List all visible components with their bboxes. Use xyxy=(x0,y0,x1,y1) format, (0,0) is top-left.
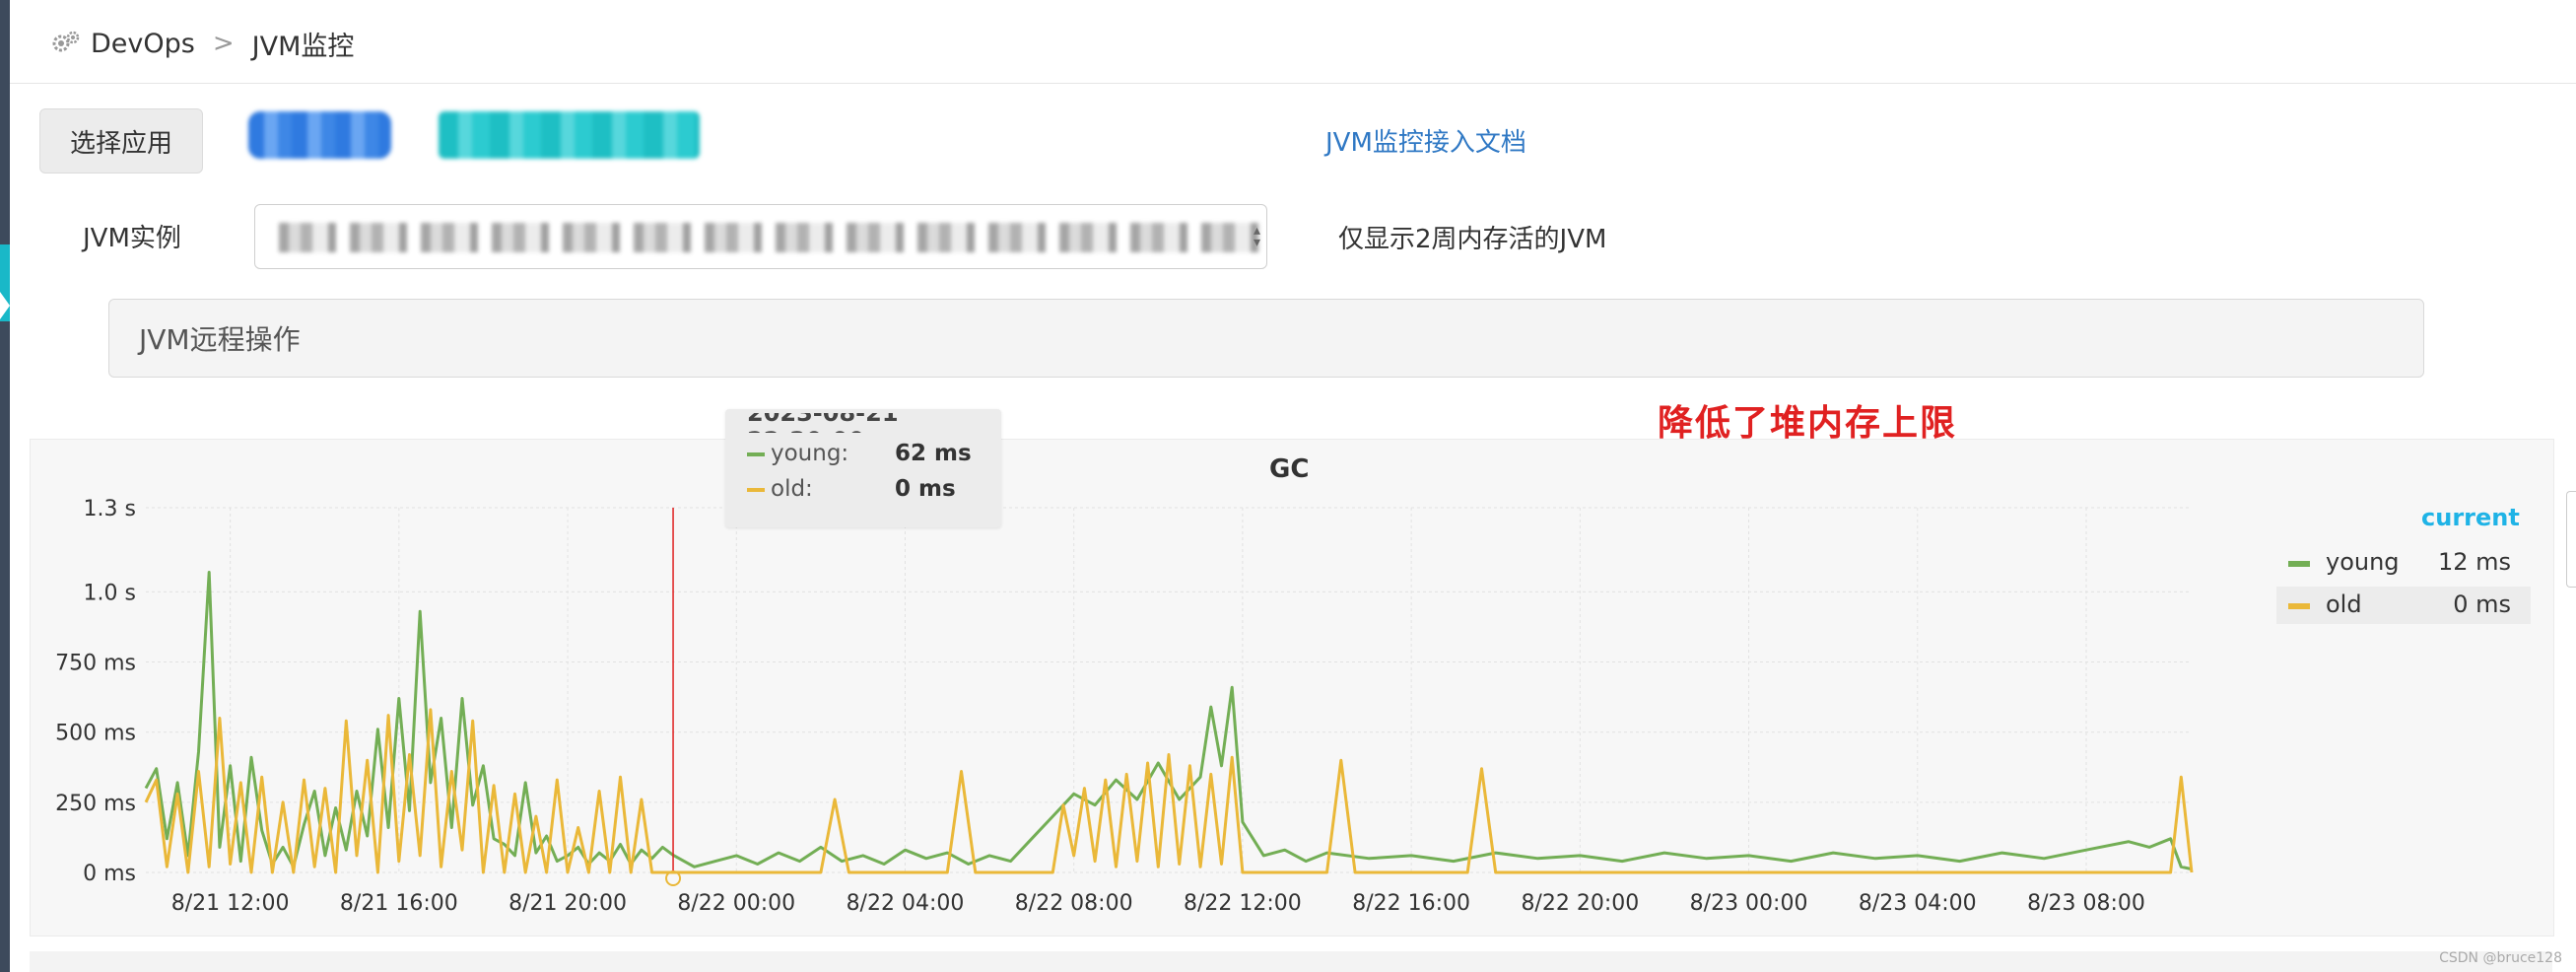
legend-item-value: 0 ms xyxy=(2453,590,2511,618)
y-tick-label: 250 ms xyxy=(55,792,136,816)
x-tick-label: 8/21 20:00 xyxy=(508,891,627,916)
x-tick-label: 8/22 04:00 xyxy=(847,891,965,916)
chart-title: GC xyxy=(1269,454,1310,484)
tooltip-row-young: young: 62 ms xyxy=(747,441,972,466)
y-tick-label: 750 ms xyxy=(55,652,136,676)
x-tick-label: 8/23 04:00 xyxy=(1859,891,1977,916)
legend-item-young[interactable]: young 12 ms xyxy=(2276,544,2531,582)
y-tick-label: 1.0 s xyxy=(84,581,136,605)
series-line-young xyxy=(144,571,2193,871)
tooltip-series-name: old: xyxy=(771,476,813,502)
young-swatch xyxy=(2288,561,2310,567)
x-tick-label: 8/23 08:00 xyxy=(2027,891,2145,916)
tooltip-series-value: 62 ms xyxy=(895,441,972,466)
y-tick-label: 1.3 s xyxy=(84,497,136,521)
x-tick-label: 8/22 16:00 xyxy=(1352,891,1470,916)
chart-tooltip: 2023-08-21 22:30:00 young: 62 ms old: 0 … xyxy=(725,409,1001,527)
old-swatch xyxy=(747,487,765,492)
x-tick-label: 8/22 12:00 xyxy=(1184,891,1302,916)
tooltip-row-old: old: 0 ms xyxy=(747,476,956,502)
series-line-old xyxy=(144,708,2194,874)
tooltip-series-name: young: xyxy=(771,441,849,466)
tooltip-timestamp: 2023-08-21 22:30:00 xyxy=(747,413,899,433)
old-swatch xyxy=(2288,603,2310,609)
x-tick-label: 8/21 12:00 xyxy=(171,891,290,916)
x-tick-label: 8/23 00:00 xyxy=(1690,891,1808,916)
y-tick-label: 500 ms xyxy=(55,722,136,746)
legend-item-name: young xyxy=(2326,548,2400,576)
tooltip-timestamp-clip: 2023-08-21 22:30:00 xyxy=(747,413,983,433)
x-tick-label: 8/22 08:00 xyxy=(1015,891,1133,916)
y-tick-label: 0 ms xyxy=(83,862,136,886)
x-tick-label: 8/22 00:00 xyxy=(677,891,795,916)
x-tick-label: 8/21 16:00 xyxy=(340,891,458,916)
legend-item-value: 12 ms xyxy=(2437,548,2511,576)
legend-item-name: old xyxy=(2326,590,2362,618)
gc-chart: 0 ms 250 ms 500 ms 750 ms 1.0 s 1.3 s 8/21 12:… xyxy=(55,497,2194,916)
watermark: CSDN @bruce128 xyxy=(2439,950,2562,966)
legend-item-old[interactable]: old 0 ms xyxy=(2276,587,2531,624)
legend-header[interactable]: current xyxy=(2421,504,2520,531)
tooltip-series-value: 0 ms xyxy=(895,476,956,502)
side-scroll-tab[interactable] xyxy=(2566,491,2576,588)
x-tick-label: 8/22 20:00 xyxy=(1521,891,1639,916)
young-swatch xyxy=(747,451,765,456)
